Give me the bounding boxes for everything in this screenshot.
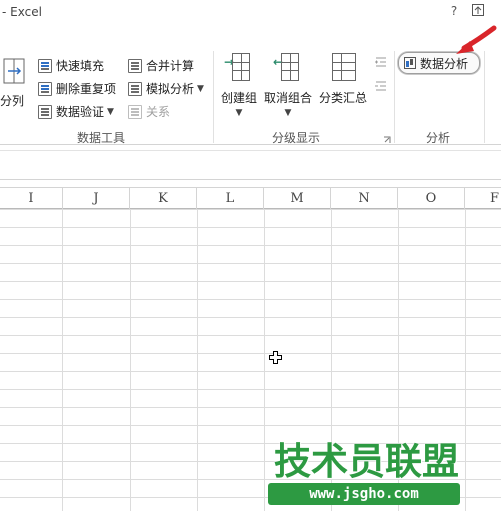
ungroup-icon: ← bbox=[273, 51, 303, 83]
what-if-analysis-label: 模拟分析 bbox=[146, 82, 195, 96]
what-if-analysis-button[interactable]: 模拟分析 ▼ bbox=[128, 80, 204, 97]
relationships-icon bbox=[128, 104, 142, 119]
column-header-k[interactable]: K bbox=[130, 188, 197, 209]
text-to-columns-label: 分列 bbox=[0, 94, 25, 108]
group-separator bbox=[213, 51, 214, 143]
flash-fill-button[interactable]: 快速填充 bbox=[38, 57, 104, 74]
consolidate-button[interactable]: 合并计算 bbox=[128, 57, 194, 74]
group-separator bbox=[484, 51, 485, 143]
remove-duplicates-button[interactable]: 删除重复项 bbox=[38, 80, 116, 97]
restore-ribbon-icon[interactable] bbox=[470, 3, 486, 19]
title-bar: - Excel ? bbox=[0, 0, 501, 24]
column-header-i[interactable]: I bbox=[0, 188, 63, 209]
watermark: 技术员联盟 www.jsgho.com bbox=[268, 441, 462, 507]
formula-bar[interactable] bbox=[0, 150, 501, 180]
column-header-n[interactable]: N bbox=[331, 188, 398, 209]
group-label-data-tools: 数据工具 bbox=[77, 131, 126, 145]
subtotal-label: 分类汇总 bbox=[318, 91, 367, 105]
group-icon: → bbox=[224, 51, 254, 83]
consolidate-label: 合并计算 bbox=[146, 59, 195, 73]
chevron-down-icon: ▼ bbox=[197, 83, 204, 94]
text-to-columns-icon bbox=[2, 55, 28, 87]
grid-line bbox=[130, 209, 131, 511]
subtotal-icon bbox=[328, 51, 358, 83]
column-headers: I J K L M N O F bbox=[0, 187, 501, 209]
column-header-o[interactable]: O bbox=[398, 188, 465, 209]
what-if-analysis-icon bbox=[128, 81, 142, 96]
subtotal-button[interactable]: 分类汇总 bbox=[316, 51, 370, 106]
group-label-outline: 分级显示 bbox=[272, 131, 321, 145]
watermark-title: 技术员联盟 bbox=[274, 440, 459, 483]
chevron-down-icon: ▼ bbox=[284, 108, 292, 118]
consolidate-icon bbox=[128, 58, 142, 73]
window-title: - Excel bbox=[2, 5, 42, 19]
column-header-m[interactable]: M bbox=[264, 188, 331, 209]
relationships-label: 关系 bbox=[146, 105, 171, 119]
column-header-p[interactable]: F bbox=[465, 188, 501, 209]
column-header-j[interactable]: J bbox=[63, 188, 130, 209]
grid-line bbox=[197, 209, 198, 511]
hide-detail-icon[interactable] bbox=[374, 79, 388, 93]
ungroup-button[interactable]: ← 取消组合 ▼ bbox=[262, 51, 314, 118]
group-label: 创建组 bbox=[220, 91, 257, 105]
show-detail-icon[interactable] bbox=[374, 55, 388, 69]
data-validation-icon bbox=[38, 104, 52, 119]
chevron-down-icon: ▼ bbox=[235, 108, 243, 118]
group-separator bbox=[394, 51, 395, 143]
flash-fill-icon bbox=[38, 58, 52, 73]
group-button[interactable]: → 创建组 ▼ bbox=[218, 51, 260, 118]
help-button[interactable]: ? bbox=[446, 3, 462, 19]
red-arrow-annotation-icon bbox=[456, 25, 497, 54]
remove-duplicates-label: 删除重复项 bbox=[56, 82, 117, 96]
dialog-launcher-icon[interactable] bbox=[383, 133, 391, 143]
grid-line bbox=[465, 209, 466, 511]
data-analysis-icon bbox=[404, 57, 416, 69]
ungroup-label: 取消组合 bbox=[263, 91, 312, 105]
chevron-down-icon: ▼ bbox=[107, 106, 114, 117]
relationships-button[interactable]: 关系 bbox=[128, 103, 170, 120]
cell-select-cursor-icon bbox=[269, 351, 282, 364]
watermark-url: www.jsgho.com bbox=[268, 483, 460, 505]
group-label-analysis: 分析 bbox=[426, 131, 451, 145]
flash-fill-label: 快速填充 bbox=[56, 59, 105, 73]
text-to-columns-button[interactable]: 分列 bbox=[0, 55, 30, 108]
column-header-l[interactable]: L bbox=[197, 188, 264, 209]
data-validation-button[interactable]: 数据验证 ▼ bbox=[38, 103, 114, 120]
remove-duplicates-icon bbox=[38, 81, 52, 96]
grid-line bbox=[264, 209, 265, 511]
data-validation-label: 数据验证 bbox=[56, 105, 105, 119]
